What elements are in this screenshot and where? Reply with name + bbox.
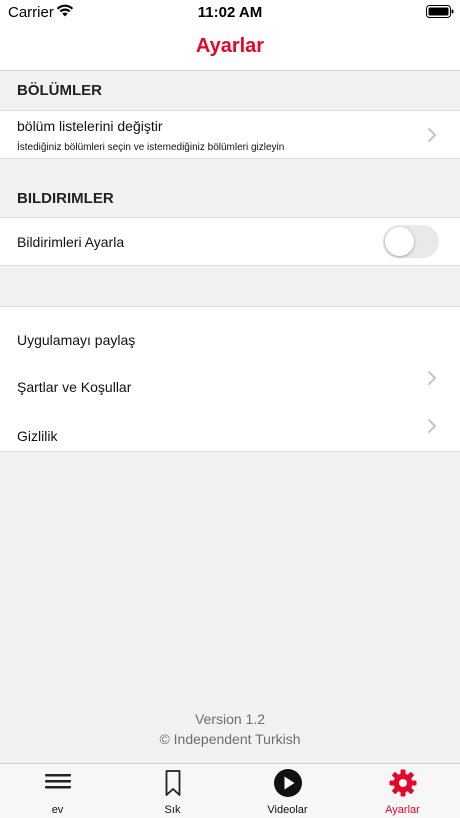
row-title: Bildirimleri Ayarla [17, 234, 125, 250]
play-icon [274, 769, 302, 797]
copyright-label: © Independent Turkish [159, 731, 301, 747]
menu-icon [45, 774, 71, 789]
tab-label: ev [51, 804, 64, 816]
row-terms-conditions[interactable]: Şartlar ve Koşullar [0, 354, 460, 403]
row-subtitle: İstediğiniz bölümleri seçin ve istemediğ… [17, 142, 285, 153]
version-label: Version 1.2 [194, 711, 266, 727]
navigation-bar: Ayarlar [0, 24, 460, 71]
row-notification-settings: Bildirimleri Ayarla [0, 217, 460, 266]
chevron-right-icon [428, 128, 436, 142]
section-header-bolumler: BÖLÜMLER [17, 82, 102, 99]
status-time: 11:02 AM [197, 4, 263, 21]
gear-icon [389, 769, 417, 797]
notifications-toggle[interactable] [383, 225, 439, 258]
tab-ayarlar[interactable]: Ayarlar [345, 764, 460, 818]
tab-label: Ayarlar [385, 804, 420, 816]
row-title: bölüm listelerini değiştir [17, 118, 163, 134]
chevron-right-icon [428, 371, 436, 385]
section-header-bildirimler: BILDIRIMLER [17, 190, 114, 207]
bookmark-icon [165, 770, 181, 796]
row-privacy[interactable]: Gizlilik [0, 402, 460, 452]
row-title: Uygulamayı paylaş [17, 332, 136, 348]
tab-label: Sık [164, 804, 181, 816]
chevron-right-icon [428, 419, 436, 433]
tab-bar: ev Sık Videolar Ayarlar [0, 763, 460, 818]
toggle-knob [385, 227, 414, 256]
row-change-section-lists[interactable]: bölüm listelerini değiştir İstediğiniz b… [0, 110, 460, 159]
tab-sik[interactable]: Sık [115, 764, 230, 818]
page-title: Ayarlar [195, 35, 265, 57]
row-share-app[interactable]: Uygulamayı paylaş [0, 306, 460, 355]
tab-label: Videolar [267, 804, 308, 816]
battery-icon [426, 5, 454, 18]
tab-ev[interactable]: ev [0, 764, 115, 818]
status-bar: Carrier 11:02 AM [0, 0, 460, 24]
row-title: Gizlilik [17, 428, 58, 444]
tab-videolar[interactable]: Videolar [230, 764, 345, 818]
row-title: Şartlar ve Koşullar [17, 379, 132, 395]
